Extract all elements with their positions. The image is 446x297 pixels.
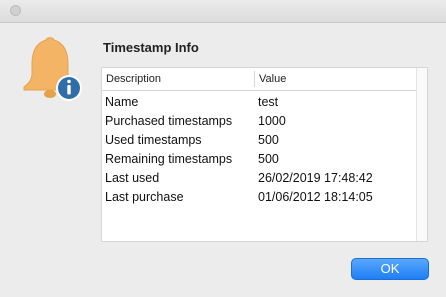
table-row[interactable]: Name test bbox=[105, 94, 415, 113]
cell-description: Last used bbox=[105, 171, 160, 185]
column-divider[interactable] bbox=[254, 71, 255, 87]
table-scrollbar[interactable] bbox=[416, 68, 427, 241]
cell-value: test bbox=[258, 95, 279, 109]
table-header: Description Value bbox=[102, 68, 417, 91]
cell-description: Last purchase bbox=[105, 190, 184, 204]
table-row[interactable]: Last used 26/02/2019 17:48:42 bbox=[105, 170, 415, 189]
cell-description: Used timestamps bbox=[105, 133, 202, 147]
cell-value: 500 bbox=[258, 152, 279, 166]
table-row[interactable]: Used timestamps 500 bbox=[105, 132, 415, 151]
cell-description: Remaining timestamps bbox=[105, 152, 233, 166]
cell-value: 01/06/2012 18:14:05 bbox=[258, 190, 373, 204]
window-close-button[interactable] bbox=[10, 5, 21, 16]
cell-description: Name bbox=[105, 95, 139, 109]
cell-value: 500 bbox=[258, 133, 279, 147]
table-row[interactable]: Remaining timestamps 500 bbox=[105, 151, 415, 170]
column-header-value[interactable]: Value bbox=[259, 73, 286, 85]
cell-description: Purchased timestamps bbox=[105, 114, 233, 128]
cell-value: 26/02/2019 17:48:42 bbox=[258, 171, 373, 185]
table-row[interactable]: Purchased timestamps 1000 bbox=[105, 113, 415, 132]
table-rows: Name test Purchased timestamps 1000 Used… bbox=[105, 94, 415, 208]
column-header-description[interactable]: Description bbox=[106, 73, 161, 85]
dialog-title: Timestamp Info bbox=[103, 40, 199, 55]
timestamp-info-table: Description Value Name test Purchased ti… bbox=[101, 67, 428, 242]
bell-info-icon bbox=[16, 34, 86, 104]
cell-value: 1000 bbox=[258, 114, 286, 128]
ok-button[interactable]: OK bbox=[351, 258, 429, 280]
window-titlebar bbox=[0, 0, 446, 23]
table-row[interactable]: Last purchase 01/06/2012 18:14:05 bbox=[105, 189, 415, 208]
